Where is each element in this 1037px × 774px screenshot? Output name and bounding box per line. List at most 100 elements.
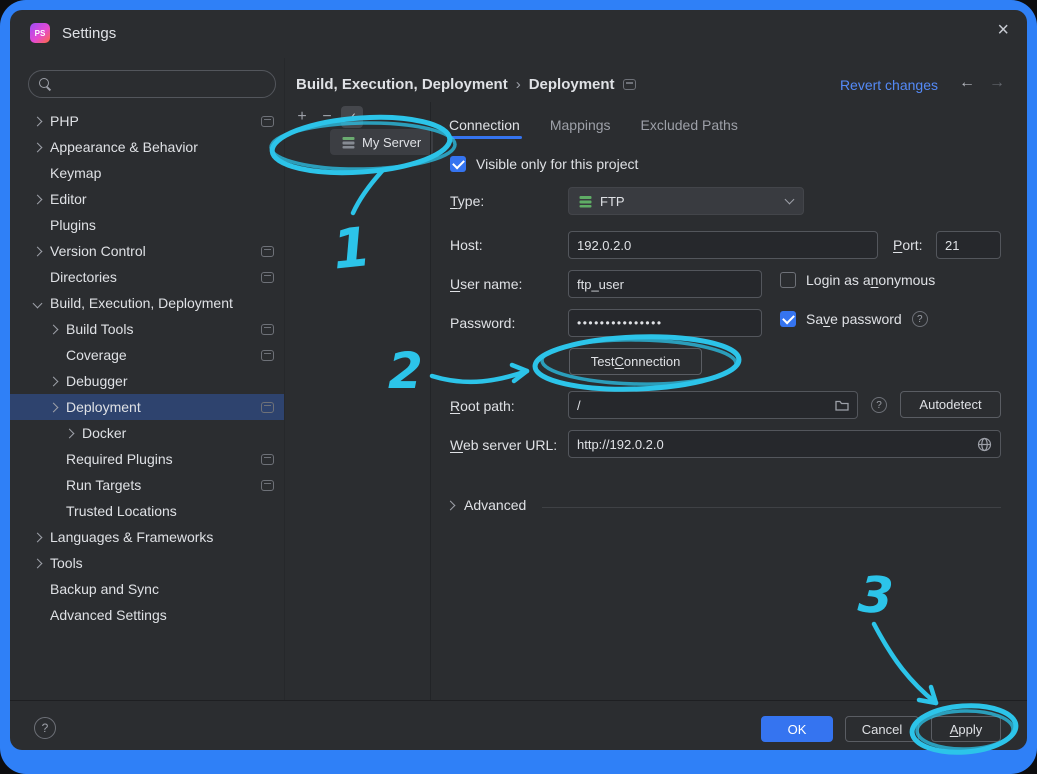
phpstorm-logo: PS	[30, 23, 50, 43]
user-name-input[interactable]	[568, 270, 762, 298]
back-arrow-icon[interactable]: ←	[959, 74, 975, 92]
apply-button[interactable]: Apply	[931, 716, 1001, 742]
sidebar-item-appearance-behavior[interactable]: Appearance & Behavior	[10, 134, 284, 160]
server-list-item-my-server[interactable]: My Server	[330, 129, 433, 155]
type-label: Type:	[450, 193, 484, 209]
project-tag-icon	[261, 454, 274, 465]
sidebar-item-trusted-locations[interactable]: Trusted Locations	[10, 498, 284, 524]
chevron-right-icon	[33, 194, 43, 204]
host-input[interactable]	[568, 231, 878, 259]
visible-only-checkbox[interactable]	[450, 156, 466, 172]
ftp-icon	[579, 195, 592, 208]
sidebar-item-label: Coverage	[66, 347, 127, 363]
chevron-right-icon	[49, 376, 59, 386]
sidebar-item-required-plugins[interactable]: Required Plugins	[10, 446, 284, 472]
chevron-right-icon	[446, 500, 456, 510]
test-connection-button[interactable]: Test Connection	[569, 348, 702, 375]
sidebar-item-label: Build Tools	[66, 321, 133, 337]
advanced-label: Advanced	[464, 497, 526, 513]
sidebar-item-label: Keymap	[50, 165, 101, 181]
chevron-right-icon	[33, 532, 43, 542]
project-tag-icon	[261, 246, 274, 257]
project-tag-icon	[623, 79, 636, 90]
cancel-button[interactable]: Cancel	[845, 716, 919, 742]
chevron-right-icon	[33, 246, 43, 256]
sidebar-item-debugger[interactable]: Debugger	[10, 368, 284, 394]
sidebar-item-label: Tools	[50, 555, 83, 571]
sidebar-item-label: PHP	[50, 113, 79, 129]
sidebar-item-coverage[interactable]: Coverage	[10, 342, 284, 368]
root-path-input[interactable]	[568, 391, 858, 419]
tab-mappings[interactable]: Mappings	[548, 117, 613, 133]
sidebar-item-label: Backup and Sync	[50, 581, 159, 597]
project-tag-icon	[261, 116, 274, 127]
globe-icon[interactable]	[977, 437, 992, 452]
tab-excluded-paths[interactable]: Excluded Paths	[639, 117, 740, 133]
sidebar-item-tools[interactable]: Tools	[10, 550, 284, 576]
sidebar-item-directories[interactable]: Directories	[10, 264, 284, 290]
footer-divider	[10, 700, 1027, 701]
settings-search-input[interactable]	[28, 70, 276, 98]
sidebar-item-backup-and-sync[interactable]: Backup and Sync	[10, 576, 284, 602]
sidebar-item-label: Advanced Settings	[50, 607, 167, 623]
help-icon[interactable]: ?	[871, 397, 887, 413]
web-server-url-label: Web server URL:	[450, 437, 557, 453]
breadcrumb-part[interactable]: Deployment	[529, 76, 615, 93]
logo-text: PS	[35, 29, 46, 38]
close-icon[interactable]: ×	[997, 20, 1009, 40]
advanced-divider	[542, 507, 1001, 508]
sidebar-item-label: Appearance & Behavior	[50, 139, 198, 155]
password-input[interactable]	[568, 309, 762, 337]
sidebar-item-deployment[interactable]: Deployment	[10, 394, 284, 420]
sidebar-item-docker[interactable]: Docker	[10, 420, 284, 446]
window-title: Settings	[62, 25, 116, 42]
sidebar-item-languages-frameworks[interactable]: Languages & Frameworks	[10, 524, 284, 550]
folder-icon[interactable]	[835, 399, 849, 411]
sidebar-item-plugins[interactable]: Plugins	[10, 212, 284, 238]
check-icon[interactable]: ✓	[341, 106, 363, 128]
sidebar-item-editor[interactable]: Editor	[10, 186, 284, 212]
help-icon[interactable]: ?	[912, 311, 928, 327]
revert-changes-link[interactable]: Revert changes	[840, 77, 938, 93]
add-server-icon[interactable]: +	[291, 106, 313, 128]
project-tag-icon	[261, 324, 274, 335]
type-value: FTP	[600, 194, 625, 209]
sidebar-item-run-targets[interactable]: Run Targets	[10, 472, 284, 498]
sidebar-item-label: Debugger	[66, 373, 128, 389]
sidebar-divider	[284, 58, 285, 700]
web-server-url-input[interactable]	[568, 430, 1001, 458]
breadcrumb-part[interactable]: Build, Execution, Deployment	[296, 76, 508, 93]
sidebar-item-version-control[interactable]: Version Control	[10, 238, 284, 264]
sidebar-item-label: Directories	[50, 269, 117, 285]
breadcrumb: Build, Execution, Deployment › Deploymen…	[296, 76, 636, 93]
port-input[interactable]	[936, 231, 1001, 259]
user-name-label: User name:	[450, 276, 522, 292]
chevron-down-icon	[33, 298, 43, 308]
dialog-help-icon[interactable]: ?	[34, 717, 56, 739]
login-anonymous-checkbox[interactable]	[780, 272, 796, 288]
root-path-value[interactable]	[577, 398, 835, 413]
root-path-label: Root path:	[450, 398, 515, 414]
forward-arrow-icon[interactable]: →	[989, 74, 1005, 92]
type-dropdown[interactable]: FTP	[568, 187, 804, 215]
screen-background: PS Settings × PHP Appearance & Behavior	[0, 0, 1037, 774]
remove-server-icon[interactable]: −	[316, 106, 338, 128]
sidebar-item-keymap[interactable]: Keymap	[10, 160, 284, 186]
chevron-right-icon	[33, 558, 43, 568]
chevron-right-icon	[33, 116, 43, 126]
login-anonymous-label: Login as anonymous	[806, 272, 935, 288]
advanced-section-toggle[interactable]: Advanced	[447, 497, 526, 513]
sidebar-item-advanced-settings[interactable]: Advanced Settings	[10, 602, 284, 628]
save-password-label: Save password	[806, 311, 902, 327]
sidebar-item-build-tools[interactable]: Build Tools	[10, 316, 284, 342]
window-frame: PS Settings × PHP Appearance & Behavior	[0, 0, 1037, 774]
tab-connection[interactable]: Connection	[447, 117, 522, 133]
project-tag-icon	[261, 350, 274, 361]
sidebar-item-build-execution-deployment[interactable]: Build, Execution, Deployment	[10, 290, 284, 316]
sidebar-item-php[interactable]: PHP	[10, 108, 284, 134]
save-password-checkbox[interactable]	[780, 311, 796, 327]
password-label: Password:	[450, 315, 515, 331]
ok-button[interactable]: OK	[761, 716, 833, 742]
web-server-url-value[interactable]	[577, 437, 977, 452]
autodetect-button[interactable]: Autodetect	[900, 391, 1001, 418]
